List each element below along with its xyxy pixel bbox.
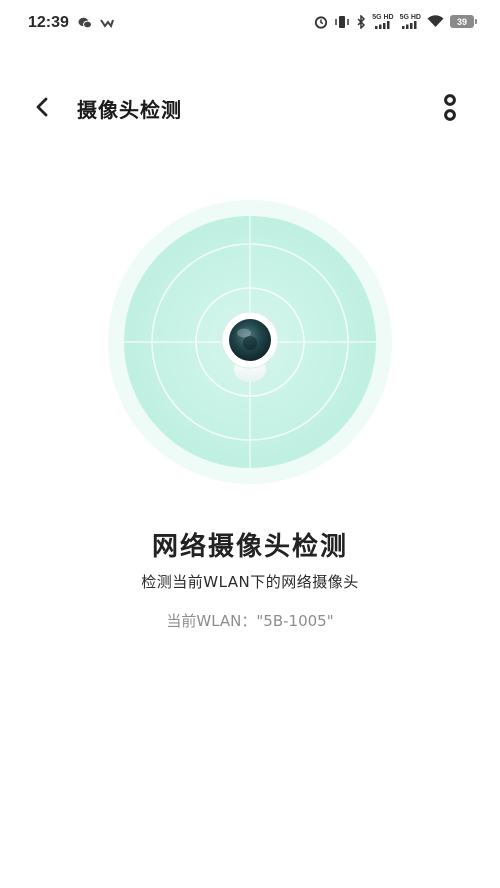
vibrate-icon — [335, 15, 349, 28]
more-vertical-icon[interactable] — [436, 94, 464, 124]
wechat-icon — [78, 17, 92, 29]
status-left-icons — [78, 17, 114, 29]
status-right-icons: 5G HD 5G HD 39 — [314, 14, 477, 29]
status-bar: 12:39 5G HD 5G HD 39 — [0, 0, 500, 50]
signal-1-label: 5G HD — [372, 14, 394, 21]
page-title: 摄像头检测 — [77, 98, 182, 122]
signal-icon — [402, 21, 417, 29]
signal-2: 5G HD — [400, 14, 421, 29]
wifi-icon — [427, 15, 444, 27]
detection-title: 网络摄像头检测 — [151, 532, 348, 562]
bluetooth-icon — [357, 14, 366, 29]
notification-icon — [100, 19, 114, 28]
radar-scanner — [108, 200, 392, 484]
signal-2-label: 5G HD — [399, 14, 421, 21]
header: 摄像头检测 — [0, 80, 500, 136]
alarm-icon — [315, 15, 328, 29]
signal-icon — [374, 21, 390, 29]
detection-subtitle: 检测当前WLAN下的网络摄像头 — [141, 573, 359, 591]
wlan-info: 当前WLAN："5B-1005" — [166, 612, 334, 630]
signal-1: 5G HD — [372, 14, 394, 29]
battery-level: 39 — [456, 16, 467, 27]
battery-icon: 39 — [450, 15, 477, 28]
chevron-left-icon[interactable] — [28, 92, 58, 122]
status-time: 12:39 — [28, 14, 69, 31]
